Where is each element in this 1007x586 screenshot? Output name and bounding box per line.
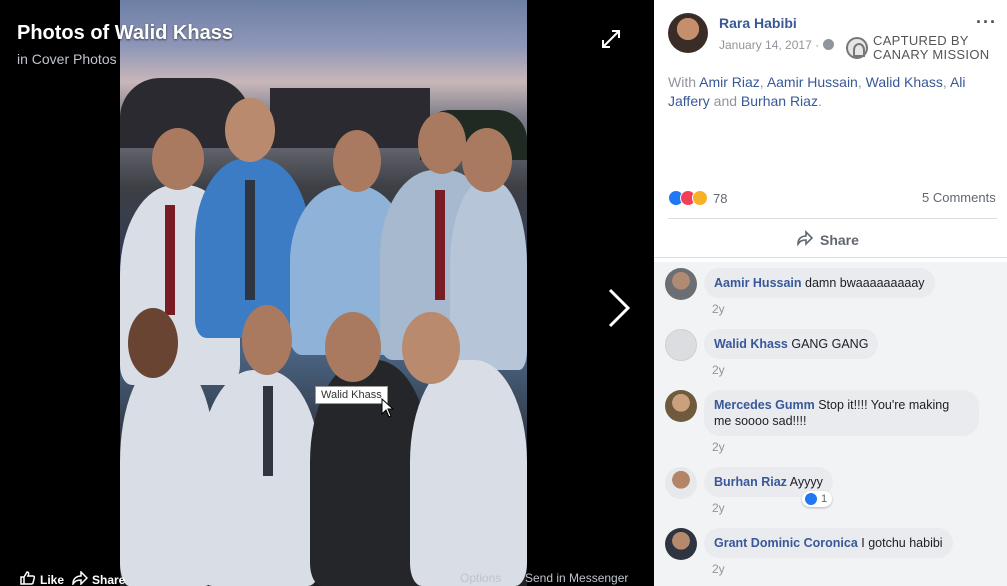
send-in-messenger-link[interactable]: Send in Messenger bbox=[525, 571, 628, 585]
commenter-name[interactable]: Aamir Hussain bbox=[714, 276, 802, 290]
comment-bubble: Walid Khass GANG GANG bbox=[704, 329, 879, 359]
comment-text: I gotchu habibi bbox=[861, 536, 943, 550]
comment-time[interactable]: 2y bbox=[712, 562, 725, 576]
divider bbox=[654, 257, 1007, 258]
commenter-name[interactable]: Grant Dominic Coronica bbox=[714, 536, 858, 550]
author-avatar[interactable] bbox=[668, 13, 708, 53]
options-link[interactable]: Options bbox=[460, 571, 501, 585]
comment-like-count: 1 bbox=[821, 493, 828, 505]
group-photo[interactable] bbox=[120, 0, 527, 586]
photo-tag-label[interactable]: Walid Khass bbox=[315, 386, 388, 404]
globe-icon bbox=[823, 39, 835, 50]
separator: , bbox=[857, 74, 866, 90]
next-photo-chevron-icon[interactable] bbox=[604, 286, 634, 330]
comment-time[interactable]: 2y bbox=[712, 363, 725, 377]
commenter-name[interactable]: Mercedes Gumm bbox=[714, 398, 815, 412]
comment-reactions[interactable]: 1 bbox=[802, 491, 833, 507]
comment-text: Ayyyy bbox=[789, 475, 823, 489]
separator: , bbox=[759, 74, 767, 90]
commenter-avatar[interactable] bbox=[665, 268, 697, 300]
comment-text: GANG GANG bbox=[791, 337, 869, 351]
commenter-name[interactable]: Burhan Riaz bbox=[714, 475, 787, 489]
commenter-avatar[interactable] bbox=[665, 390, 697, 422]
comments-count-link[interactable]: 5 Comments bbox=[922, 190, 996, 205]
watermark-line1: CAPTURED BY bbox=[873, 33, 969, 48]
post-date-text: January 14, 2017 · bbox=[719, 38, 820, 52]
author-name[interactable]: Rara Habibi bbox=[719, 15, 797, 31]
share-arrow-icon bbox=[796, 230, 814, 249]
reactions-summary[interactable]: 78 bbox=[668, 190, 727, 206]
mouse-cursor-icon bbox=[381, 397, 395, 418]
share-label: Share bbox=[92, 572, 126, 586]
canary-mission-seal-icon bbox=[846, 37, 868, 59]
reaction-count: 78 bbox=[713, 190, 728, 206]
comment-bubble: Grant Dominic Coronica I gotchu habibi bbox=[704, 528, 953, 558]
watermark-line2: CANARY MISSION bbox=[873, 47, 990, 62]
share-button-label: Share bbox=[820, 231, 859, 248]
comment-bubble: Mercedes Gumm Stop it!!!! You're making … bbox=[704, 390, 979, 436]
share-arrow-icon bbox=[72, 570, 89, 586]
comment-time[interactable]: 2y bbox=[712, 302, 725, 316]
share-action[interactable]: Share bbox=[72, 570, 126, 586]
tagged-link[interactable]: Amir Riaz bbox=[699, 74, 760, 90]
comment-time[interactable]: 2y bbox=[712, 440, 725, 454]
more-options-icon[interactable]: ··· bbox=[976, 12, 997, 33]
separator: and bbox=[709, 93, 741, 109]
tagged-link[interactable]: Burhan Riaz bbox=[741, 93, 818, 109]
post-details-panel: Rara Habibi January 14, 2017 · ··· CAPTU… bbox=[654, 0, 1007, 586]
comment-bubble: Aamir Hussain damn bwaaaaaaaaay bbox=[704, 268, 935, 298]
commenter-avatar[interactable] bbox=[665, 329, 697, 361]
tagged-link[interactable]: Aamir Hussain bbox=[767, 74, 858, 90]
post-date[interactable]: January 14, 2017 · bbox=[719, 38, 835, 52]
photo-actions-bar: Like Share Options Send in Messenger bbox=[0, 568, 654, 586]
comments-list: Aamir Hussain damn bwaaaaaaaaay 2y Walid… bbox=[654, 262, 1007, 586]
divider bbox=[668, 218, 997, 219]
separator: . bbox=[817, 93, 822, 109]
photo-theater: Photos of Walid Khass in Cover Photos Wa… bbox=[0, 0, 654, 586]
photo-title: Photos of Walid Khass bbox=[17, 22, 233, 44]
fullscreen-icon[interactable] bbox=[600, 28, 622, 50]
comment-time[interactable]: 2y bbox=[712, 501, 725, 515]
tagged-with-text: With Amir Riaz, Aamir Hussain, Walid Kha… bbox=[668, 73, 988, 111]
sad-reaction-icon bbox=[692, 190, 708, 206]
tagged-link[interactable]: Walid Khass bbox=[866, 74, 943, 90]
photo-viewer: Photos of Walid Khass in Cover Photos Wa… bbox=[0, 0, 1007, 586]
separator: , bbox=[942, 74, 950, 90]
commenter-avatar[interactable] bbox=[665, 528, 697, 560]
thumbs-up-icon bbox=[20, 571, 36, 586]
commenter-avatar[interactable] bbox=[665, 467, 697, 499]
like-label: Like bbox=[40, 572, 65, 586]
watermark: CAPTURED BY CANARY MISSION bbox=[846, 34, 989, 62]
like-reaction-icon bbox=[804, 492, 818, 506]
commenter-name[interactable]: Walid Khass bbox=[714, 337, 788, 351]
with-prefix: With bbox=[668, 74, 700, 90]
share-button[interactable]: Share bbox=[796, 230, 859, 249]
like-action[interactable]: Like bbox=[20, 571, 64, 586]
comment-text: damn bwaaaaaaaaay bbox=[805, 276, 925, 290]
album-link[interactable]: in Cover Photos bbox=[17, 51, 117, 67]
